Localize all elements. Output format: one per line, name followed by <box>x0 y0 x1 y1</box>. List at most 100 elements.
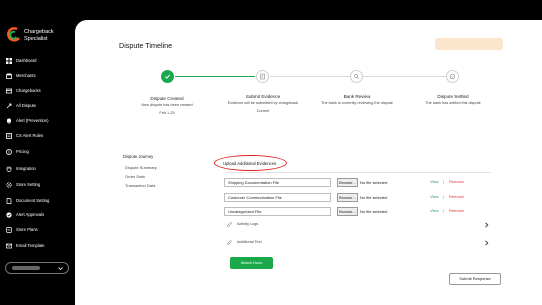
step-bank-review: Bank Review The bank is currently review… <box>302 94 412 106</box>
card-icon <box>6 88 12 94</box>
view-link[interactable]: View <box>430 179 439 184</box>
chevron-down-icon <box>58 267 63 271</box>
dispute-icon <box>6 103 12 109</box>
sidebar-item-label: Store Setting <box>16 182 41 187</box>
sidebar-item-email-template[interactable]: Email Template <box>6 241 45 250</box>
user-name-blurred <box>12 266 40 270</box>
sidebar-item-store-plans[interactable]: Store Plans <box>6 225 38 234</box>
journey-link-transaction-data[interactable]: Transaction Data <box>125 183 155 188</box>
attach-docs-button[interactable]: Attach Docs <box>230 257 273 269</box>
step-title: Dispute Settled <box>437 94 469 99</box>
file-status: No file selected <box>360 195 388 200</box>
browse-button[interactable]: Browse... <box>337 193 358 202</box>
chevron-right-icon <box>485 240 489 246</box>
sidebar-item-label: Email Template <box>16 243 45 248</box>
user-account-dropdown[interactable] <box>5 262 69 274</box>
journey-link-order-data[interactable]: Order Data <box>125 174 145 179</box>
brand-logo <box>7 27 20 42</box>
settled-icon <box>449 73 456 80</box>
check-badge-icon <box>6 211 12 218</box>
main-panel: Dispute Timeline Dispute Created New dis… <box>75 20 542 305</box>
sidebar-item-label: Store Plans <box>16 227 38 232</box>
pencil-icon <box>227 240 232 245</box>
step-title: Dispute Created <box>150 96 184 101</box>
sidebar-item-pricing[interactable]: Pricing <box>6 147 29 156</box>
sidebar: Chargeback Specialist Dashboard Merchant… <box>0 0 75 305</box>
step-dispute-settled: Dispute Settled The bank has settled thi… <box>398 94 508 106</box>
file-status: No file selected <box>360 209 388 214</box>
divider <box>225 172 491 173</box>
sidebar-item-label: Chargebacks <box>16 88 41 93</box>
file-status: No file selected <box>360 180 388 185</box>
remove-link[interactable]: Remove <box>449 208 464 213</box>
bank-review-icon <box>353 73 360 80</box>
separator: | <box>443 179 445 184</box>
step-subtitle: The bank is currently reviewing the disp… <box>321 101 393 105</box>
file-type-label: Uncategorized File <box>224 207 331 216</box>
rules-icon <box>6 132 12 139</box>
sidebar-item-label: All Dispute <box>16 103 37 108</box>
brand-name: Chargeback Specialist <box>24 29 54 42</box>
brand-line-1: Chargeback <box>24 29 54 35</box>
browse-button[interactable]: Browse... <box>337 178 358 187</box>
file-type-label: Customer Communication File <box>224 193 331 202</box>
highlight-annotation <box>214 155 287 171</box>
step-title: Bank Review <box>343 94 371 99</box>
step-pending-circle <box>350 70 363 83</box>
sidebar-item-merchants[interactable]: Merchants <box>6 71 36 80</box>
journey-link-dispute-summary[interactable]: Dispute Summary <box>125 165 157 170</box>
step-subtitle: New dispute has been created <box>141 103 193 107</box>
file-upload-row: Uncategorized File Browse... No file sel… <box>224 207 494 216</box>
sidebar-item-cs-alert-rules[interactable]: CS Alert Rules <box>6 131 43 140</box>
file-upload-row: Customer Communication File Browse... No… <box>224 193 494 202</box>
view-link[interactable]: View <box>430 208 439 213</box>
plan-icon <box>6 226 12 233</box>
bell-icon <box>6 118 12 124</box>
step-current-circle <box>256 70 269 83</box>
file-upload-row: Shipping Documentation File Browse... No… <box>224 178 494 187</box>
sidebar-item-alert-prevention[interactable]: Alert (Prevention) <box>6 116 49 125</box>
brand-line-2: Specialist <box>24 35 48 42</box>
additional-text-section[interactable]: Additional Text <box>227 239 489 247</box>
journey-title: Dispute Journey <box>123 154 154 159</box>
check-icon <box>164 74 171 79</box>
view-link[interactable]: View <box>430 194 439 199</box>
activity-logs-section[interactable]: Activity Logs <box>227 221 489 229</box>
sidebar-item-integration[interactable]: Integration <box>6 164 36 173</box>
sidebar-item-label: CS Alert Rules <box>16 133 44 138</box>
file-type-label: Shipping Documentation File <box>224 178 331 187</box>
submit-response-button[interactable]: Submit Response <box>449 273 501 285</box>
chevron-right-icon <box>485 222 489 228</box>
sidebar-item-dashboard[interactable]: Dashboard <box>6 56 37 65</box>
step-date: Feb 1-25 <box>159 111 175 115</box>
document-icon <box>6 197 12 204</box>
remove-link[interactable]: Remove <box>449 179 464 184</box>
sidebar-item-all-dispute[interactable]: All Dispute <box>6 101 36 110</box>
grid-icon <box>6 57 12 64</box>
sidebar-item-label: Dashboard <box>16 58 37 63</box>
separator: | <box>443 194 445 199</box>
settings-icon <box>6 181 12 188</box>
mail-icon <box>6 243 12 249</box>
dollar-icon <box>6 148 12 155</box>
sidebar-item-label: Alert (Prevention) <box>16 118 49 123</box>
sidebar-item-document-setting[interactable]: Document Setting <box>6 196 49 205</box>
sidebar-item-chargebacks[interactable]: Chargebacks <box>6 86 41 95</box>
browse-button[interactable]: Browse... <box>337 207 358 216</box>
header-action-button[interactable] <box>435 38 503 50</box>
sidebar-item-alert-approvals[interactable]: Alert Approvals <box>6 210 44 219</box>
store-icon <box>6 73 12 79</box>
step-dispute-created: Dispute Created New dispute has been cre… <box>112 96 222 116</box>
pencil-icon <box>227 222 232 227</box>
timeline-progress-line <box>175 76 255 77</box>
sidebar-item-label: Pricing <box>16 149 29 154</box>
sidebar-item-label: Integration <box>16 166 36 171</box>
plug-icon <box>6 166 12 172</box>
sidebar-item-label: Alert Approvals <box>16 212 45 217</box>
additional-text-label: Additional Text <box>237 240 262 244</box>
sidebar-item-store-setting[interactable]: Store Setting <box>6 180 40 189</box>
activity-logs-label: Activity Logs <box>237 222 259 226</box>
sidebar-item-label: Merchants <box>16 73 36 78</box>
upload-doc-icon <box>260 73 265 80</box>
remove-link[interactable]: Remove <box>449 194 464 199</box>
